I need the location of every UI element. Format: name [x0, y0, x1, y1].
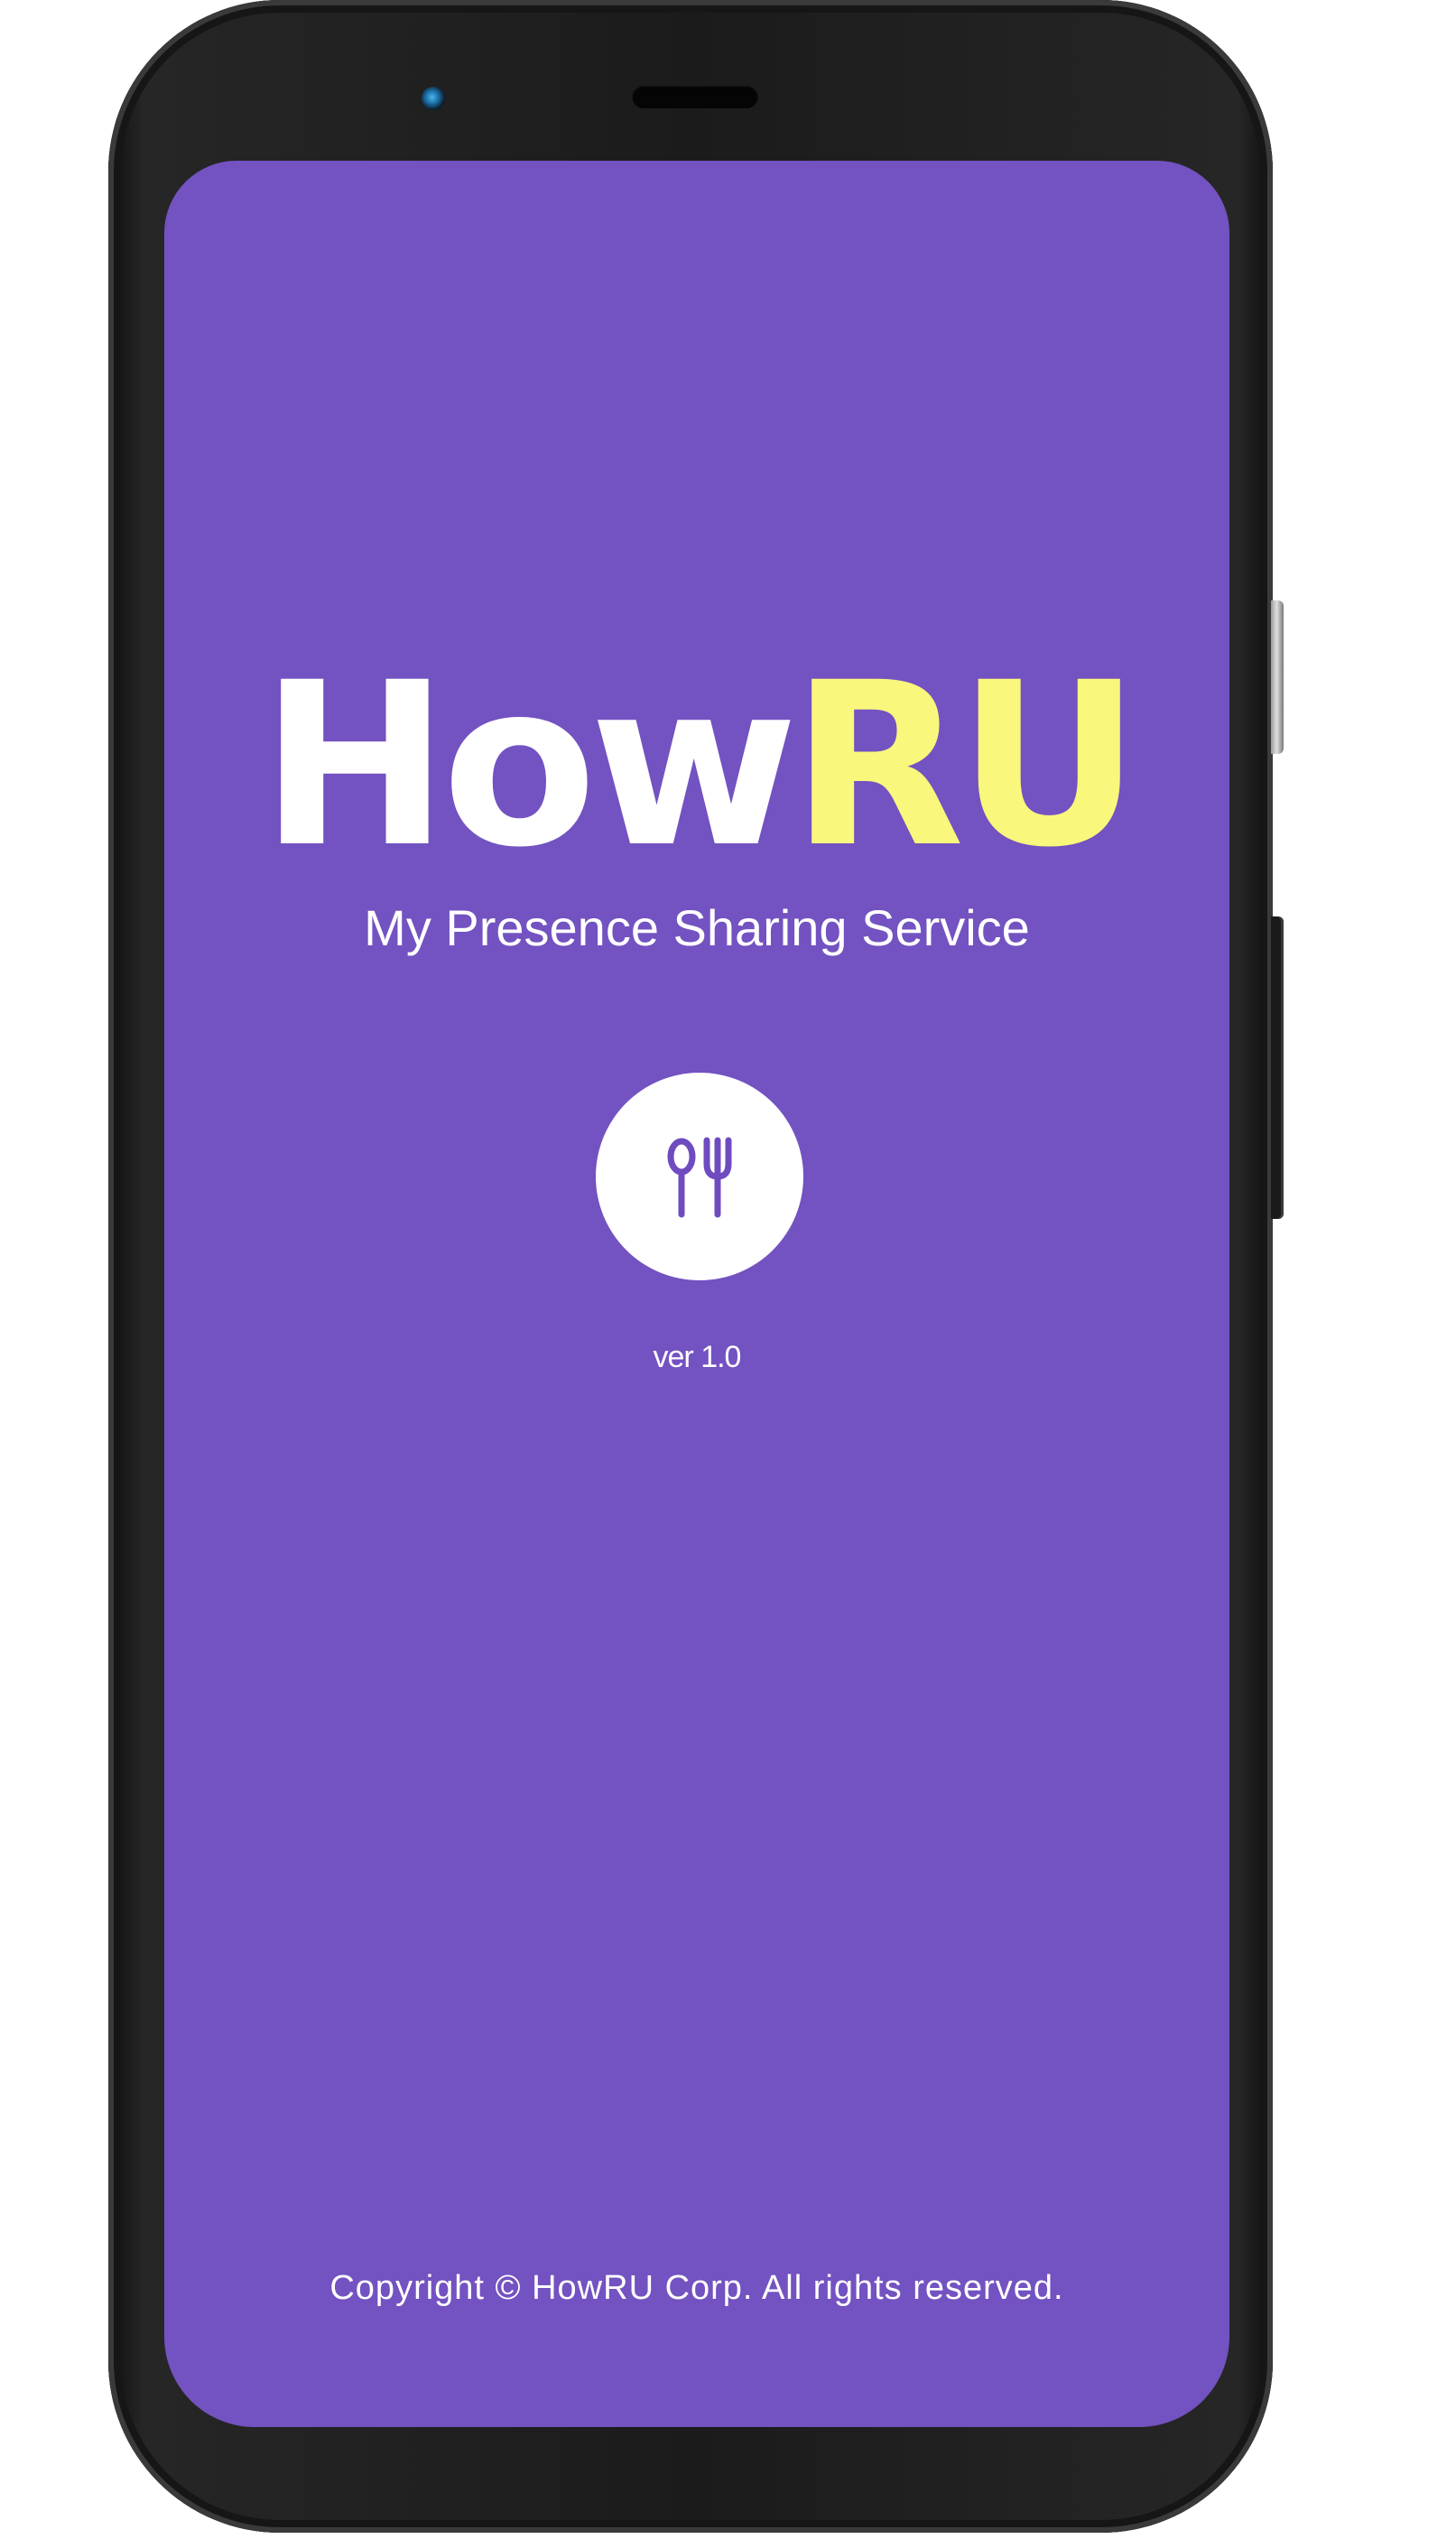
- phone-frame: HowRU My Presence Sharing Service ver 1.…: [108, 0, 1284, 2533]
- volume-button: [1271, 916, 1284, 1219]
- spoon-fork-icon: [667, 1137, 732, 1218]
- meal-icon-badge: [596, 1073, 803, 1280]
- app-logo: HowRU: [164, 653, 1229, 879]
- app-tagline: My Presence Sharing Service: [364, 899, 1030, 956]
- camera-icon: [422, 87, 445, 110]
- logo-text-ru: RU: [791, 634, 1141, 897]
- splash-screen: HowRU My Presence Sharing Service ver 1.…: [164, 161, 1229, 2427]
- copyright-text: Copyright © HowRU Corp. All rights reser…: [329, 2269, 1064, 2307]
- earpiece-speaker: [632, 85, 758, 108]
- version-label: ver 1.0: [653, 1340, 742, 1374]
- power-button: [1271, 600, 1284, 754]
- logo-text-how: How: [260, 634, 798, 897]
